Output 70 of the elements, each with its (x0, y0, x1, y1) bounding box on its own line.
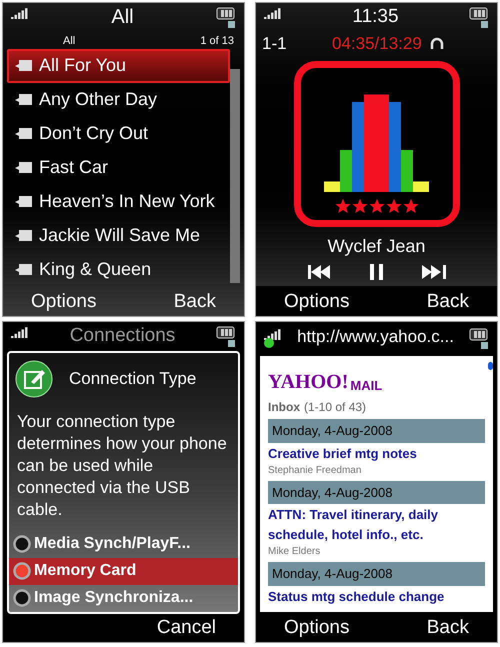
options-softkey[interactable]: Options (284, 292, 350, 310)
speech-bubble-icon (15, 194, 33, 209)
headphones-icon (430, 37, 444, 51)
message-subject[interactable]: Creative brief mtg notes (268, 444, 485, 464)
dialog-title: Connection Type (69, 368, 196, 390)
star-icon (368, 198, 384, 214)
battery-icon (216, 7, 236, 29)
yahoo-logo: YAHOO! (268, 372, 348, 392)
previous-icon[interactable] (308, 265, 332, 279)
speech-bubble-icon (15, 160, 33, 175)
track-number: 1-1 (262, 33, 288, 56)
star-icon (386, 198, 402, 214)
radio-button-icon (13, 562, 31, 580)
back-softkey[interactable]: Back (426, 618, 469, 636)
star-icon (402, 198, 418, 214)
song-item[interactable]: King & Queen (7, 252, 230, 287)
speech-bubble-icon (15, 126, 33, 141)
date-header: Monday, 4-Aug-2008 (268, 562, 485, 586)
message-subject[interactable]: ATTN: Travel itinerary, daily schedule, hotel info., etc. (268, 505, 485, 545)
radio-option[interactable]: Media Synch/PlayF... (9, 530, 238, 558)
song-item[interactable]: Heaven’s In New York (7, 184, 230, 219)
radio-button-icon (13, 589, 31, 608)
options-softkey[interactable]: Options (31, 292, 96, 311)
date-header: Monday, 4-Aug-2008 (268, 419, 485, 442)
message-subject[interactable]: Status mtg schedule change (268, 586, 485, 606)
signal-icon (11, 7, 29, 19)
pause-icon[interactable] (370, 264, 384, 280)
song-item[interactable]: Any Other Day (7, 82, 230, 117)
back-softkey[interactable]: Back (426, 292, 469, 310)
radio-option[interactable]: Image Synchroniza... (9, 584, 238, 612)
edit-icon (15, 360, 53, 398)
radio-button-icon (13, 535, 31, 554)
back-softkey[interactable]: Back (174, 292, 216, 311)
radio-option[interactable]: Memory Card (9, 558, 238, 585)
speech-bubble-icon (15, 92, 33, 107)
url-field[interactable]: http://www.yahoo.c... (297, 328, 454, 345)
signal-icon (264, 328, 282, 340)
screen-title: Connections (70, 326, 176, 345)
options-softkey[interactable]: Options (284, 618, 350, 636)
song-item[interactable]: Fast Car (7, 150, 230, 185)
song-item[interactable]: Don’t Cry Out (7, 116, 230, 151)
scrollbar[interactable] (230, 68, 240, 283)
song-item[interactable]: Jackie Will Save Me (7, 218, 230, 253)
play-time: 04:35/13:29 (332, 33, 422, 56)
inbox-count: (1-10 of 43) (304, 399, 366, 416)
speech-bubble-icon (15, 262, 33, 277)
back-softkey[interactable]: Cancel (156, 618, 216, 638)
mail-label: MAIL (350, 379, 382, 392)
inbox-label: Inbox (268, 399, 300, 416)
dialog-message: Your connection type determines how your phone can be used while connected via the USB cable. (16, 410, 228, 521)
screen-title: All (111, 7, 134, 27)
scrollbar[interactable] (488, 362, 493, 370)
battery-icon (468, 328, 489, 350)
star-icon (352, 198, 368, 214)
battery-icon (216, 326, 236, 348)
clock: 11:35 (352, 7, 399, 26)
next-icon[interactable] (422, 265, 446, 279)
signal-icon (11, 326, 29, 338)
message-sender: Mike Elders (268, 545, 322, 559)
message-sender: Stephanie Freedman (268, 464, 362, 478)
speech-bubble-icon (15, 58, 33, 73)
item-counter: 1 of 13 (200, 34, 234, 49)
speech-bubble-icon (15, 228, 33, 243)
battery-icon (468, 7, 489, 29)
signal-icon (264, 7, 282, 19)
star-icon (334, 198, 350, 214)
artist-name: Wyclef Jean (326, 235, 426, 258)
list-filter-label: All (63, 34, 76, 49)
song-item[interactable]: All For You (7, 48, 230, 83)
date-header: Monday, 4-Aug-2008 (268, 480, 485, 504)
